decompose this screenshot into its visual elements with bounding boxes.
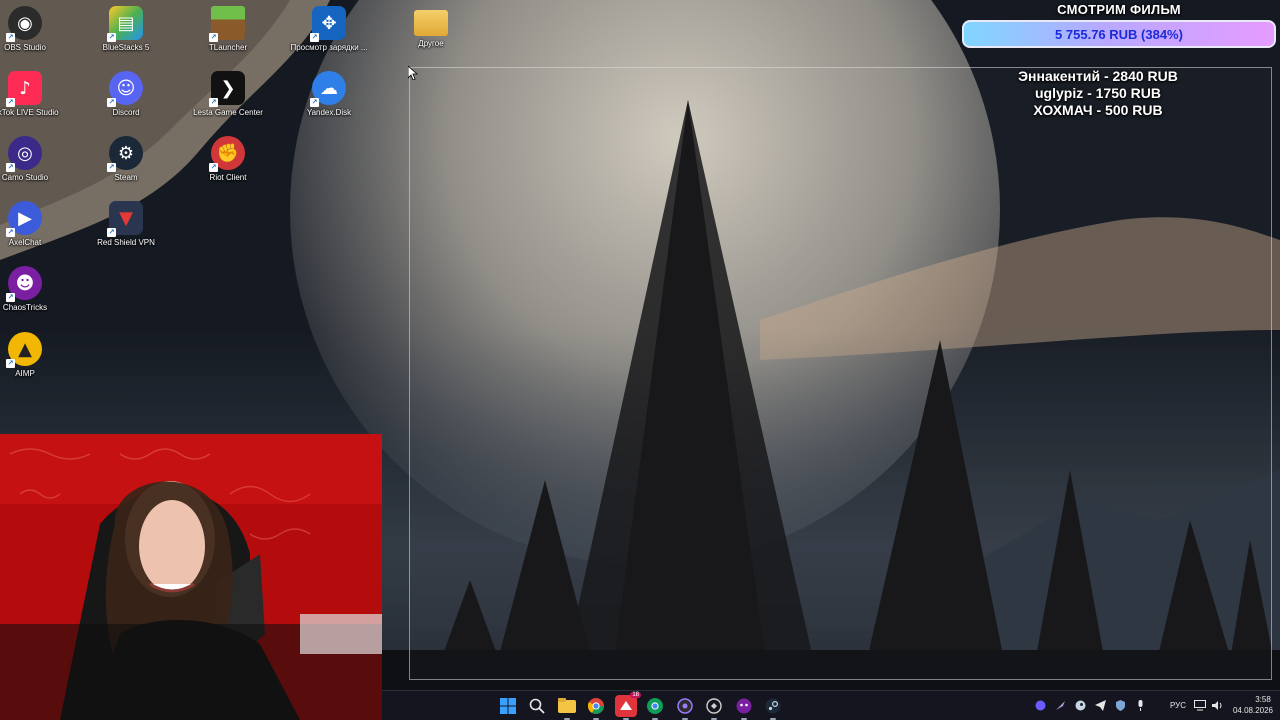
desktop-icon-obs-studio[interactable]: ◉ ↗ OBS Studio — [0, 6, 65, 53]
taskbar-chrome[interactable] — [585, 695, 607, 720]
telegram-icon — [1094, 699, 1106, 711]
lesta-icon: ❯ ↗ — [209, 71, 245, 107]
folder-icon — [414, 10, 448, 36]
desktop-icon-yandex-disk[interactable]: ☁ ↗ Yandex.Disk — [289, 71, 369, 118]
desktop-icon-steam[interactable]: ⚙ ↗ Steam — [86, 136, 166, 183]
desktop-screen: ◉ ↗ OBS Studio ▤ ↗ BlueStacks 5 ↗ TLaunche… — [0, 0, 1280, 720]
start-icon — [500, 698, 516, 714]
aimp-icon: ▲ ↗ — [6, 332, 42, 368]
donor-entry: ХОХМАЧ - 500 RUB — [1033, 102, 1163, 118]
donation-goal-widget: СМОТРИМ ФИЛЬМ 5 755.76 RUB (384%) — [962, 2, 1276, 48]
tray-microphone[interactable] — [1134, 699, 1146, 711]
desktop-icon-red-shield-vpn[interactable]: ▼ ↗ Red Shield VPN — [86, 201, 166, 248]
donor-entry: Эннакентий - 2840 RUB — [1018, 68, 1178, 84]
obs-icon: ◉ ↗ — [6, 6, 42, 42]
tray-steam[interactable] — [1074, 699, 1086, 711]
webcam-feed — [0, 434, 382, 720]
taskbar-app[interactable] — [703, 695, 725, 720]
shield-check-icon — [1115, 699, 1125, 711]
microphone-icon — [1138, 699, 1142, 711]
desktop-icon-camo-studio[interactable]: ◎ ↗ Camo Studio — [0, 136, 65, 183]
donor-entry: uglypiz - 1750 RUB — [1034, 85, 1162, 101]
taskbar-steam[interactable] — [762, 695, 784, 720]
yandex-disk-icon: ☁ ↗ — [310, 71, 346, 107]
taskbar-streaming-app[interactable]: 18 — [615, 692, 641, 720]
desktop-icon-aimp[interactable]: ▲ ↗ AIMP — [0, 332, 65, 379]
chrome-icon — [588, 698, 604, 714]
donor-list: Эннакентий - 2840 RUB uglypiz - 1750 RUB… — [990, 68, 1206, 119]
goal-amount: 5 755.76 RUB (384%) — [1055, 26, 1183, 42]
controller-battery-icon: ✥ ↗ — [310, 6, 346, 42]
goal-progress-bar: 5 755.76 RUB (384%) — [962, 20, 1276, 48]
obs-icon — [677, 698, 693, 714]
start-button[interactable] — [497, 695, 519, 717]
tiktok-icon: ♪ ↗ — [6, 71, 42, 107]
taskbar-chaostricks[interactable] — [733, 695, 755, 720]
camo-icon: ◎ ↗ — [6, 136, 42, 172]
chaostricks-icon — [736, 698, 752, 714]
steam-icon — [1075, 700, 1085, 710]
volume-icon — [1212, 700, 1222, 710]
steam-icon — [765, 698, 781, 714]
desktop-icon-lesta[interactable]: ❯ ↗ Lesta Game Center — [188, 71, 268, 118]
tlauncher-icon: ↗ — [209, 6, 245, 42]
feather-icon — [1055, 700, 1065, 710]
discord-icon: ☺ ↗ — [107, 71, 143, 107]
bluestacks-icon: ▤ ↗ — [107, 6, 143, 42]
search-button[interactable] — [526, 695, 548, 717]
network-icon — [1194, 699, 1206, 710]
riot-icon: ✊ ↗ — [209, 136, 245, 172]
goal-title: СМОТРИМ ФИЛЬМ — [1057, 2, 1181, 17]
tray-network[interactable] — [1194, 699, 1206, 711]
webcam-overlay — [0, 434, 382, 720]
desktop-selection-rectangle — [409, 67, 1272, 680]
taskbar-obs[interactable] — [674, 695, 696, 720]
desktop-icon-bluestacks[interactable]: ▤ ↗ BlueStacks 5 — [86, 6, 166, 53]
language-indicator[interactable]: РУС — [1170, 701, 1186, 710]
desktop-icon-folder-other[interactable]: Другое — [391, 6, 471, 49]
taskbar-file-explorer[interactable] — [556, 695, 578, 720]
file-explorer-icon — [558, 698, 576, 713]
desktop-icon-chaostricks[interactable]: ☻ ↗ ChaosTricks — [0, 266, 65, 313]
tray-volume[interactable] — [1212, 699, 1224, 711]
chaostricks-icon: ☻ ↗ — [6, 266, 42, 302]
desktop-icon-controller-battery[interactable]: ✥ ↗ Просмотр зарядки ... — [289, 6, 369, 53]
tray-telegram[interactable] — [1094, 699, 1106, 711]
clock-date[interactable]: 04.08.2026 — [1228, 706, 1278, 715]
search-icon — [529, 698, 545, 714]
tray-feather[interactable] — [1054, 699, 1066, 711]
desktop-icon-tlauncher[interactable]: ↗ TLauncher — [188, 6, 268, 53]
red-shield-icon: ▼ ↗ — [107, 201, 143, 237]
tray-ai-app[interactable] — [1034, 699, 1046, 711]
ai-app-icon — [1035, 700, 1045, 710]
mouse-cursor-icon — [408, 66, 418, 80]
desktop-icon-discord[interactable]: ☺ ↗ Discord — [86, 71, 166, 118]
tray-shield[interactable] — [1114, 699, 1126, 711]
taskbar-badge: 18 — [630, 692, 641, 698]
taskbar-chrome-profile[interactable] — [644, 695, 666, 720]
streaming-app-icon — [620, 701, 632, 710]
clock-time[interactable]: 3:58 — [1248, 695, 1278, 704]
desktop-icon-riot-client[interactable]: ✊ ↗ Riot Client — [188, 136, 268, 183]
steam-icon: ⚙ ↗ — [107, 136, 143, 172]
taskbar: 18 РУС 3:58 04.08.2026 — [382, 690, 1280, 720]
desktop-icon-axelchat[interactable]: ▶ ↗ AxelChat — [0, 201, 65, 248]
chrome-alt-icon — [647, 698, 663, 714]
desktop-icon-tiktok-live[interactable]: ♪↗ TikTok LIVE Studio — [0, 71, 65, 118]
app-icon — [706, 698, 722, 714]
axelchat-icon: ▶ ↗ — [6, 201, 42, 237]
